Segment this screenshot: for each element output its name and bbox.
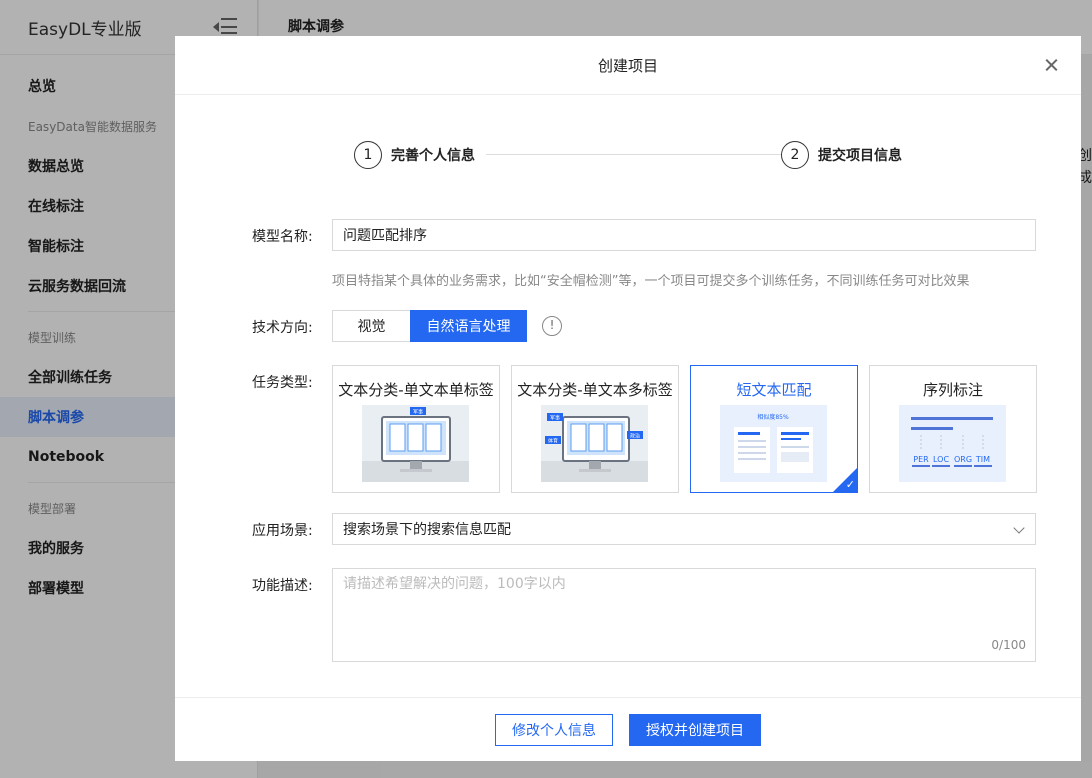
task-type-label: 任务类型: xyxy=(252,375,313,391)
scene-select[interactable]: 搜索场景下的搜索信息匹配 xyxy=(332,513,1036,545)
model-name-input[interactable]: 问题匹配排序 xyxy=(332,219,1036,251)
modal-title: 创建项目 xyxy=(597,57,658,75)
task-card-multi-label[interactable]: 文本分类-单文本多标签 军事 体育 政治 xyxy=(511,365,679,493)
modal-footer: 修改个人信息 授权并创建项目 xyxy=(175,697,1081,761)
edit-personal-info-button[interactable]: 修改个人信息 xyxy=(495,714,613,746)
check-icon: ✓ xyxy=(845,478,855,491)
seq-tag: ORG xyxy=(954,455,972,464)
step-2: 2 提交项目信息 xyxy=(781,141,902,169)
char-counter: 0/100 xyxy=(991,638,1026,652)
model-name-hint: 项目特指某个具体的业务需求，比如“安全帽检测”等，一个项目可提交多个训练任务，不… xyxy=(332,274,970,289)
seq-tag: TIM xyxy=(975,455,990,464)
seq-tag: LOC xyxy=(933,455,949,464)
create-project-modal: 创建项目 1 完善个人信息 2 提交项目信息 模型名称: 问题匹配排序 项目特指… xyxy=(175,36,1081,761)
task-type-cards: 文本分类-单文本单标签 军事 文本分类-单文本多标签 军事 体育 政治 短文本匹… xyxy=(332,365,1037,493)
seq-tag: PER xyxy=(913,455,929,464)
step-connector xyxy=(486,154,791,155)
close-icon[interactable] xyxy=(1041,54,1063,76)
card-title: 文本分类-单文本多标签 xyxy=(517,381,673,399)
description-label: 功能描述: xyxy=(252,578,313,594)
authorize-create-project-button[interactable]: 授权并创建项目 xyxy=(629,714,761,746)
card-tag: 军事 xyxy=(413,409,423,416)
card-tag: 体育 xyxy=(548,438,558,445)
info-icon[interactable]: ! xyxy=(542,316,562,336)
tech-option-nlp[interactable]: 自然语言处理 xyxy=(410,310,527,342)
card-title: 序列标注 xyxy=(922,381,983,399)
tech-direction-label: 技术方向: xyxy=(252,320,313,336)
description-placeholder: 请描述希望解决的问题，100字以内 xyxy=(343,576,566,592)
similarity-illustration-icon: 相似度85% xyxy=(720,405,827,482)
task-card-single-label[interactable]: 文本分类-单文本单标签 军事 xyxy=(332,365,500,493)
task-card-short-text-match[interactable]: 短文本匹配 相似度85% ✓ xyxy=(690,365,858,493)
step-number: 1 xyxy=(354,141,382,169)
model-name-label: 模型名称: xyxy=(252,229,313,245)
scene-select-value: 搜索场景下的搜索信息匹配 xyxy=(343,522,511,538)
modal-header: 创建项目 xyxy=(175,36,1081,95)
chevron-down-icon xyxy=(1013,522,1025,534)
step-number: 2 xyxy=(781,141,809,169)
card-tag: 军事 xyxy=(550,415,560,422)
description-textarea[interactable]: 请描述希望解决的问题，100字以内 0/100 xyxy=(332,568,1036,662)
step-label: 提交项目信息 xyxy=(818,148,902,164)
card-title: 文本分类-单文本单标签 xyxy=(338,381,494,399)
stepper: 1 完善个人信息 2 提交项目信息 xyxy=(354,141,904,169)
tech-option-vision[interactable]: 视觉 xyxy=(332,310,411,342)
task-card-sequence-labeling[interactable]: 序列标注 PER LOC ORG TIM xyxy=(869,365,1037,493)
sequence-labeling-illustration-icon: PER LOC ORG TIM xyxy=(899,405,1006,482)
monitor-multi-illustration-icon: 军事 体育 政治 xyxy=(541,405,648,482)
scene-label: 应用场景: xyxy=(252,523,313,539)
step-label: 完善个人信息 xyxy=(391,148,475,164)
monitor-illustration-icon: 军事 xyxy=(362,405,469,482)
similarity-caption: 相似度85% xyxy=(757,413,789,421)
tech-direction-toggle: 视觉 自然语言处理 xyxy=(332,310,527,342)
card-tag: 政治 xyxy=(630,433,640,440)
card-title: 短文本匹配 xyxy=(736,381,812,399)
step-1: 1 完善个人信息 xyxy=(354,141,475,169)
